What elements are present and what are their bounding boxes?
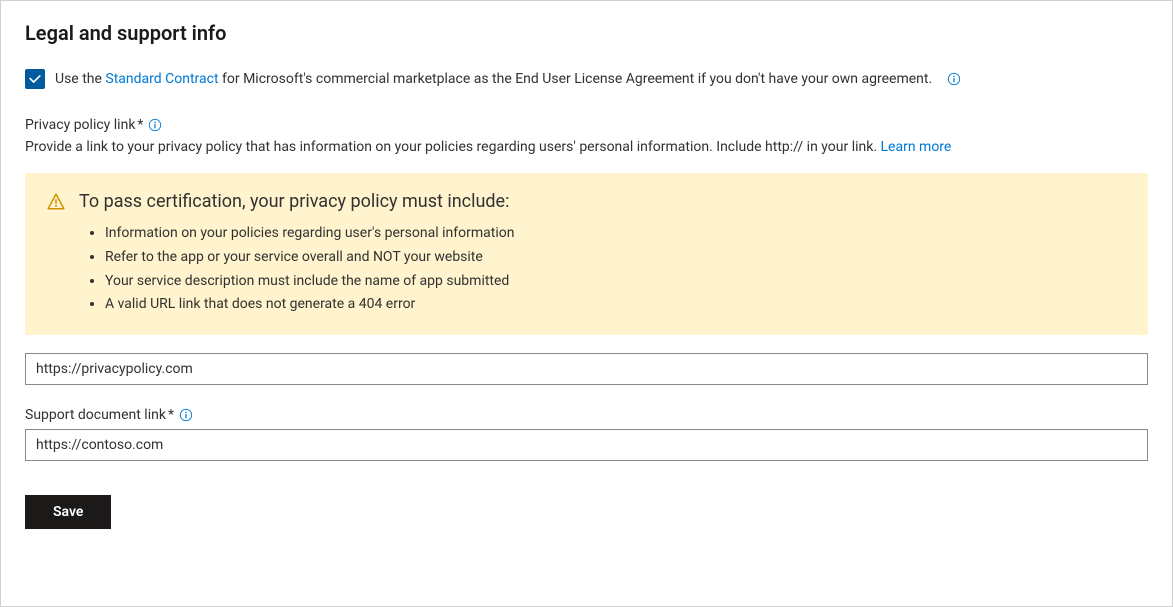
warning-item: Information on your policies regarding u…: [105, 222, 1126, 246]
warning-list: Information on your policies regarding u…: [47, 222, 1126, 317]
privacy-label-text: Privacy policy link: [25, 117, 135, 133]
privacy-help-prefix: Provide a link to your privacy policy th…: [25, 139, 881, 155]
legal-support-panel: Legal and support info Use the Standard …: [0, 0, 1173, 607]
warning-item: A valid URL link that does not generate …: [105, 293, 1126, 317]
standard-contract-checkbox[interactable]: [25, 69, 45, 89]
standard-contract-label: Use the Standard Contract for Microsoft'…: [55, 71, 932, 87]
checkbox-suffix: for Microsoft's commercial marketplace a…: [219, 71, 933, 87]
privacy-help-text: Provide a link to your privacy policy th…: [25, 139, 1148, 155]
info-icon[interactable]: [946, 71, 962, 87]
certification-warning-box: To pass certification, your privacy poli…: [25, 173, 1148, 335]
warning-icon: [47, 193, 65, 211]
checkbox-prefix: Use the: [55, 71, 105, 87]
privacy-policy-label: Privacy policy link*: [25, 117, 1148, 133]
learn-more-link[interactable]: Learn more: [881, 139, 952, 155]
page-title: Legal and support info: [25, 21, 1148, 45]
privacy-policy-input[interactable]: [25, 353, 1148, 385]
support-document-input[interactable]: [25, 429, 1148, 461]
support-document-label: Support document link*: [25, 407, 1148, 423]
warning-item: Refer to the app or your service overall…: [105, 246, 1126, 270]
support-label-text: Support document link: [25, 407, 166, 423]
warning-title: To pass certification, your privacy poli…: [79, 191, 509, 212]
save-button[interactable]: Save: [25, 495, 111, 529]
warning-header: To pass certification, your privacy poli…: [47, 191, 1126, 212]
check-icon: [28, 72, 42, 86]
standard-contract-link[interactable]: Standard Contract: [105, 71, 218, 87]
required-indicator: *: [137, 117, 143, 133]
required-indicator: *: [168, 407, 174, 423]
warning-item: Your service description must include th…: [105, 270, 1126, 294]
info-icon[interactable]: [147, 117, 163, 133]
info-icon[interactable]: [178, 407, 194, 423]
standard-contract-row: Use the Standard Contract for Microsoft'…: [25, 69, 1148, 89]
